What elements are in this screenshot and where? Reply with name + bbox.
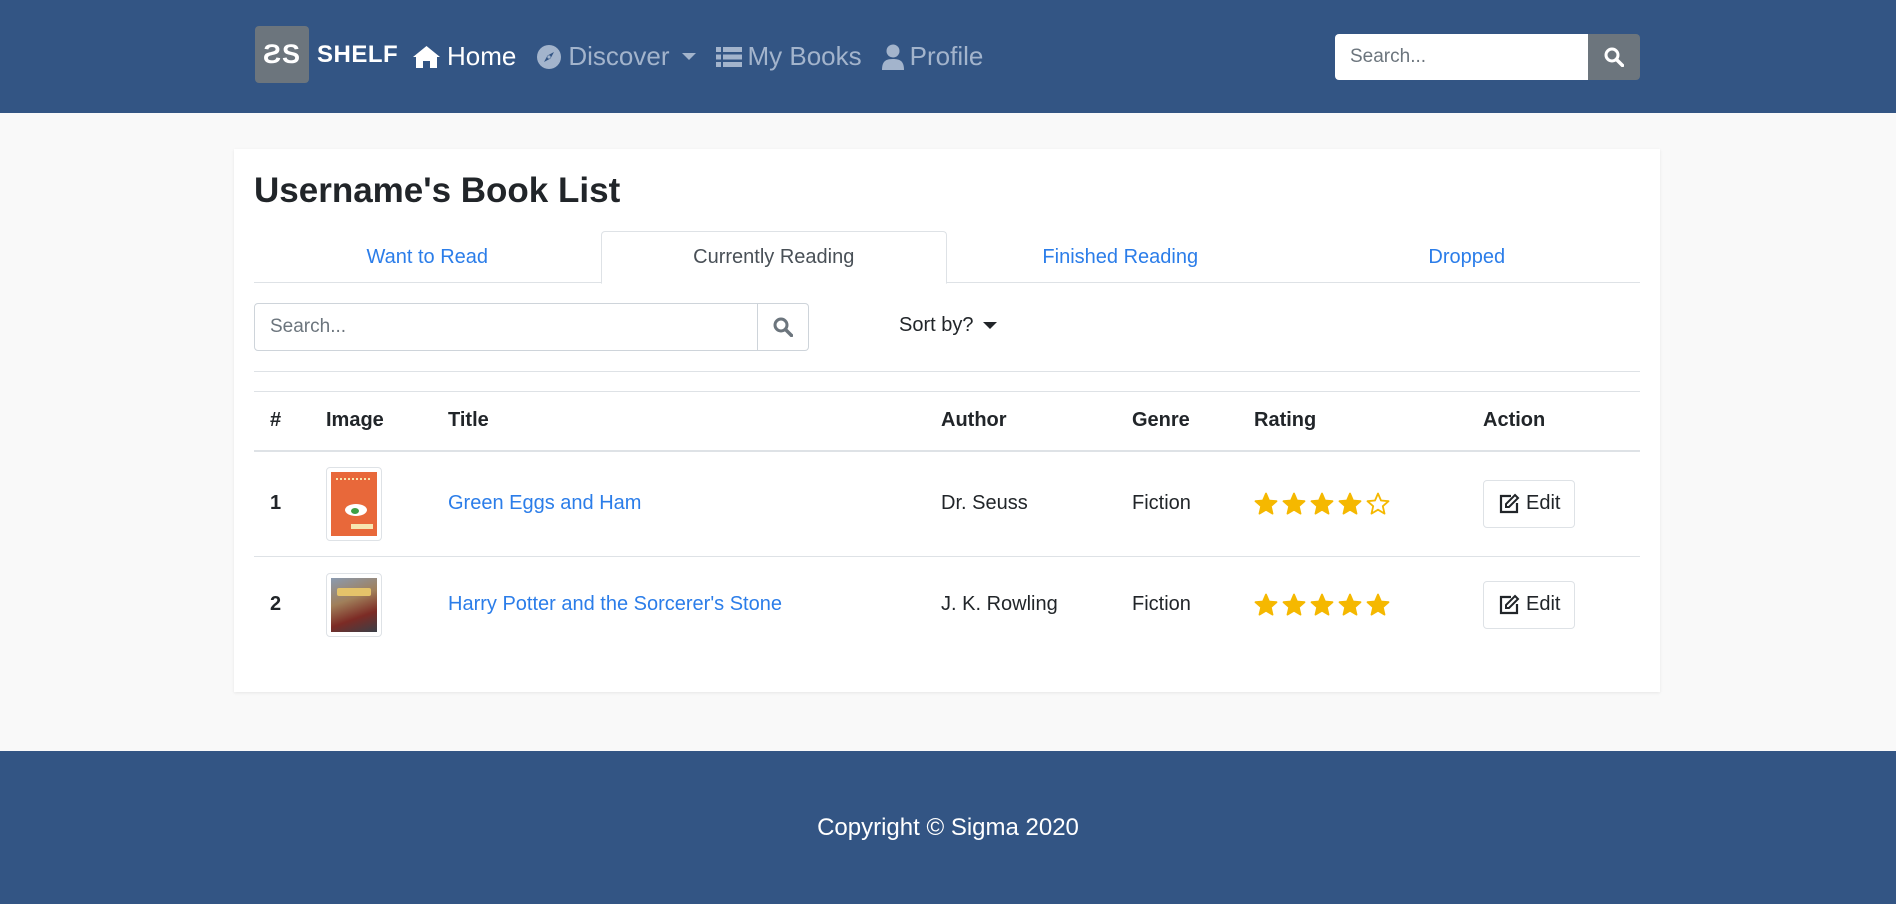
nav-discover-label: Discover: [568, 41, 670, 71]
star-filled-icon: [1310, 593, 1334, 616]
header-genre: Genre: [1132, 391, 1254, 452]
book-cover: [326, 450, 448, 557]
navbar-search-button[interactable]: [1588, 34, 1640, 80]
tab-want-to-read[interactable]: Want to Read: [254, 231, 601, 283]
navbar-search-input[interactable]: [1335, 34, 1588, 80]
nav-home[interactable]: Home: [412, 41, 516, 72]
book-list-card: Username's Book List Want to Read Curren…: [234, 149, 1660, 692]
star-filled-icon: [1338, 593, 1362, 616]
star-filled-icon: [1254, 593, 1278, 616]
star-filled-icon: [1282, 492, 1306, 515]
brand-logo[interactable]: ƧS SHELF: [255, 26, 398, 83]
green-eggs-cover-image: [331, 471, 377, 536]
book-rating: [1254, 557, 1483, 653]
nav-discover[interactable]: Discover: [536, 41, 696, 72]
star-filled-icon: [1366, 593, 1390, 616]
brand-logo-mark: ƧS: [255, 26, 309, 83]
header-image: Image: [326, 391, 448, 452]
book-rating: [1254, 450, 1483, 557]
list-search-button[interactable]: [758, 303, 809, 351]
tab-finished-reading[interactable]: Finished Reading: [947, 231, 1294, 283]
star-rating: [1254, 593, 1483, 617]
book-cover: [326, 557, 448, 653]
list-search-input[interactable]: [254, 303, 758, 351]
book-action: Edit: [1483, 450, 1640, 557]
book-title-cell: Harry Potter and the Sorcerer's Stone: [448, 557, 941, 653]
star-rating: [1254, 492, 1483, 516]
nav-home-label: Home: [447, 41, 517, 71]
user-icon: [881, 44, 904, 70]
home-icon: [413, 45, 440, 68]
book-table: # Image Title Author Genre Rating Action…: [254, 391, 1640, 653]
book-title-cell: Green Eggs and Ham: [448, 450, 941, 557]
list-icon: [715, 46, 742, 67]
nav-my-books-label: My Books: [747, 41, 862, 71]
header-number: #: [254, 391, 326, 452]
book-cover-thumbnail: [326, 572, 382, 637]
search-icon: [1604, 47, 1624, 67]
edit-button[interactable]: Edit: [1483, 479, 1576, 528]
nav-my-books[interactable]: My Books: [715, 41, 862, 72]
star-filled-icon: [1310, 492, 1334, 515]
table-header-row: # Image Title Author Genre Rating Action: [254, 391, 1640, 452]
edit-button[interactable]: Edit: [1483, 580, 1576, 629]
footer: Copyright © Sigma 2020: [0, 751, 1896, 904]
book-genre: Fiction: [1132, 450, 1254, 557]
edit-button-label: Edit: [1526, 492, 1561, 515]
star-filled-icon: [1338, 492, 1362, 515]
nav-profile-label: Profile: [909, 41, 984, 71]
star-filled-icon: [1254, 492, 1278, 515]
main-nav: Home Discover My Books Profile: [412, 0, 1003, 113]
tab-dropped[interactable]: Dropped: [1294, 231, 1641, 283]
sort-label: Sort by?: [899, 314, 974, 336]
edit-button-label: Edit: [1526, 593, 1561, 616]
list-search: [254, 303, 809, 351]
star-filled-icon: [1282, 593, 1306, 616]
header-title: Title: [448, 391, 941, 452]
table-row: 1 Green Eggs and Ham Dr. Seuss Fiction E…: [254, 450, 1640, 557]
footer-copyright: Copyright © Sigma 2020: [817, 813, 1079, 841]
chevron-down-icon: [681, 53, 696, 60]
divider: [254, 371, 1640, 372]
navbar-search: [1335, 34, 1640, 80]
edit-icon: [1499, 493, 1520, 513]
tab-currently-reading[interactable]: Currently Reading: [600, 231, 947, 284]
search-icon: [773, 317, 793, 337]
brand-name: SHELF: [317, 40, 399, 68]
header-action: Action: [1483, 391, 1640, 452]
book-title-link[interactable]: Harry Potter and the Sorcerer's Stone: [448, 593, 782, 615]
navbar: ƧS SHELF Home Discover My Books Profile: [0, 0, 1896, 113]
sort-dropdown[interactable]: Sort by?: [899, 314, 998, 337]
compass-icon: [537, 44, 562, 69]
book-action: Edit: [1483, 557, 1640, 653]
book-cover-thumbnail: [326, 466, 382, 541]
star-empty-icon: [1366, 492, 1390, 515]
book-title-link[interactable]: Green Eggs and Ham: [448, 492, 641, 514]
book-list-tabs: Want to Read Currently Reading Finished …: [254, 231, 1641, 284]
chevron-down-icon: [983, 322, 998, 329]
edit-icon: [1499, 594, 1520, 614]
harry-potter-cover-image: [331, 577, 377, 632]
page-title: Username's Book List: [254, 171, 621, 210]
row-number: 1: [254, 450, 326, 557]
book-author: Dr. Seuss: [941, 450, 1132, 557]
book-genre: Fiction: [1132, 593, 1191, 616]
table-row: 2 Harry Potter and the Sorcerer's Stone …: [254, 557, 1640, 653]
row-number: 2: [270, 593, 282, 616]
nav-profile[interactable]: Profile: [881, 41, 984, 72]
book-author: J. K. Rowling: [941, 593, 1058, 616]
header-author: Author: [941, 391, 1132, 452]
header-rating: Rating: [1254, 391, 1483, 452]
